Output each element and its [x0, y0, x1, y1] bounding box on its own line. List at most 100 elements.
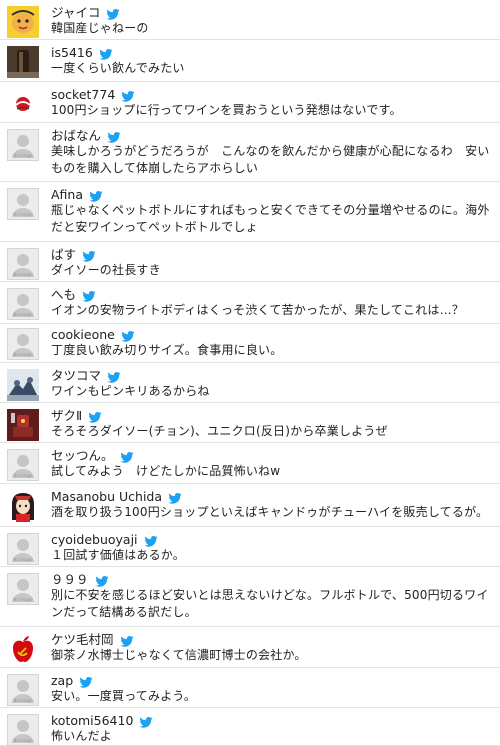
twitter-bird-icon[interactable]	[94, 573, 109, 587]
user-name[interactable]: タツコマ	[51, 368, 101, 383]
comment-text: そろそろダイソー(チョン)、ユニクロ(反日)から卒業しようぜ	[51, 424, 388, 438]
avatar[interactable]: No Image	[7, 248, 39, 280]
comment-text: １回試す価値はあるか。	[51, 548, 185, 562]
avatar[interactable]: No Image	[7, 288, 39, 320]
twitter-bird-icon[interactable]	[99, 46, 113, 60]
twitter-bird-icon[interactable]	[88, 409, 102, 423]
comment-text: 瓶じゃなくペットボトルにすればもっと安くできてその分量増やせるのに。海外だと安ワ…	[51, 203, 490, 234]
avatar[interactable]: No Image	[7, 188, 39, 220]
twitter-bird-icon[interactable]	[168, 490, 182, 504]
user-row: おばなん	[51, 126, 121, 143]
comment-text: 怖いんだよ	[51, 729, 113, 743]
comment-text: 別に不安を感じるほど安いとは思えないけどな。フルボトルで、500円切るワインだっ…	[51, 588, 489, 619]
comment-text: 御茶ノ水博士じゃなくて信濃町博士の会社か。	[51, 648, 307, 662]
no-image-caption: No Image	[13, 352, 33, 357]
comment-item: No Image おばなん 美味しかろうがどうだろうが こんなのを飲んだから健康が心…	[0, 123, 500, 182]
comment-item: Masanobu Uchida 酒を取り扱う100円ショップといえばキャンドゥがチ…	[0, 484, 500, 527]
avatar[interactable]: No Image	[7, 674, 39, 706]
no-image-caption: No Image	[13, 312, 33, 317]
twitter-bird-icon[interactable]	[143, 533, 158, 547]
twitter-bird-icon[interactable]	[79, 674, 93, 688]
user-row: kotomi56410	[51, 711, 154, 728]
comment-item: No Image cyoidebuoyaji １回試す価値はあるか。	[0, 527, 500, 567]
user-row: is5416	[51, 43, 113, 60]
user-row: socket774	[51, 85, 135, 102]
user-row: ９９９	[51, 570, 109, 587]
user-name[interactable]: kotomi56410	[51, 713, 133, 728]
user-name[interactable]: ９９９	[51, 572, 89, 587]
comment-item: No Image へも イオンの安物ライトボディはくっそ渋くて苦かったが、果たしてこ…	[0, 282, 500, 324]
no-image-caption: No Image	[13, 153, 33, 158]
user-row: ザクⅡ	[51, 406, 102, 423]
avatar[interactable]	[7, 490, 39, 522]
twitter-bird-icon[interactable]	[121, 88, 135, 102]
avatar[interactable]	[7, 46, 39, 78]
twitter-bird-icon[interactable]	[119, 449, 134, 463]
avatar[interactable]	[7, 633, 39, 665]
user-name[interactable]: おばなん	[51, 128, 101, 143]
twitter-bird-icon[interactable]	[82, 248, 96, 262]
user-name[interactable]: ザクⅡ	[51, 408, 82, 423]
comment-text: 一度くらい飲んでみたい	[51, 61, 185, 75]
comment-item: ジャイコ 韓国産じゃねーの	[0, 0, 500, 40]
comment-text: 丁度良い飲み切りサイズ。食事用に良い。	[51, 343, 283, 357]
user-name[interactable]: ケツ毛村岡	[51, 632, 114, 647]
comment-text: 試してみよう けどたしかに品質怖いねw	[51, 464, 281, 478]
twitter-bird-icon[interactable]	[107, 129, 121, 143]
comment-item: No Image ９９９ 別に不安を感じるほど安いとは思えないけどな。フルボトルで、…	[0, 567, 500, 627]
user-row: Masanobu Uchida	[51, 487, 182, 504]
avatar[interactable]: No Image	[7, 449, 39, 481]
user-row: タツコマ	[51, 366, 121, 383]
user-name[interactable]: Masanobu Uchida	[51, 489, 162, 504]
user-name[interactable]: is5416	[51, 45, 93, 60]
comment-text: 安い。一度買ってみよう。	[51, 689, 197, 703]
user-row: cyoidebuoyaji	[51, 530, 158, 547]
avatar[interactable]	[7, 409, 39, 441]
no-image-caption: No Image	[13, 212, 33, 217]
comment-item: No Image cookieone 丁度良い飲み切りサイズ。食事用に良い。	[0, 322, 500, 363]
no-image-caption: No Image	[13, 738, 33, 743]
avatar[interactable]: No Image	[7, 714, 39, 746]
comment-item: No Image Afina 瓶じゃなくペットボトルにすればもっと安くできてその分量…	[0, 182, 500, 242]
avatar[interactable]: No Image	[7, 533, 39, 565]
user-name[interactable]: ぱす	[51, 247, 76, 262]
comment-text: ダイソーの社長すき	[51, 263, 161, 277]
user-row: ケツ毛村岡	[51, 630, 134, 647]
user-row: ぱす	[51, 245, 96, 262]
user-name[interactable]: cyoidebuoyaji	[51, 532, 138, 547]
twitter-bird-icon[interactable]	[106, 6, 120, 20]
comment-item: ケツ毛村岡 御茶ノ水博士じゃなくて信濃町博士の会社か。	[0, 627, 500, 668]
comment-item: No Image kotomi56410 怖いんだよ	[0, 708, 500, 746]
avatar[interactable]: No Image	[7, 129, 39, 161]
comment-item: is5416 一度くらい飲んでみたい	[0, 40, 500, 82]
user-name[interactable]: socket774	[51, 87, 115, 102]
comment-item: タツコマ ワインもピンキリあるからね	[0, 363, 500, 403]
comment-item: No Image zap 安い。一度買ってみよう。	[0, 668, 500, 708]
comment-item: ザクⅡ そろそろダイソー(チョン)、ユニクロ(反日)から卒業しようぜ	[0, 403, 500, 443]
twitter-bird-icon[interactable]	[89, 188, 103, 202]
user-name[interactable]: セッつん。	[51, 448, 114, 463]
user-row: セッつん。	[51, 446, 134, 463]
user-name[interactable]: Afina	[51, 187, 83, 202]
comment-text: イオンの安物ライトボディはくっそ渋くて苦かったが、果たしてこれは…？	[51, 303, 465, 317]
comment-text: 美味しかろうがどうだろうが こんなのを飲んだから健康が心配になるわ 安いものを購…	[51, 144, 490, 175]
user-name[interactable]: cookieone	[51, 327, 115, 342]
user-name[interactable]: zap	[51, 673, 73, 688]
avatar[interactable]	[7, 6, 39, 38]
avatar[interactable]	[7, 88, 39, 120]
user-name[interactable]: へも	[51, 287, 76, 302]
twitter-bird-icon[interactable]	[121, 328, 135, 342]
twitter-bird-icon[interactable]	[119, 633, 134, 647]
user-name[interactable]: ジャイコ	[51, 5, 100, 20]
user-row: ジャイコ	[51, 3, 120, 20]
comment-text: 韓国産じゃねーの	[51, 21, 149, 35]
twitter-bird-icon[interactable]	[107, 369, 121, 383]
twitter-bird-icon[interactable]	[82, 288, 96, 302]
avatar[interactable]: No Image	[7, 328, 39, 360]
avatar[interactable]	[7, 369, 39, 401]
twitter-bird-icon[interactable]	[139, 714, 154, 728]
comment-item: No Image ぱす ダイソーの社長すき	[0, 242, 500, 282]
no-image-caption: No Image	[13, 473, 33, 478]
avatar[interactable]: No Image	[7, 573, 39, 605]
user-row: zap	[51, 671, 93, 688]
